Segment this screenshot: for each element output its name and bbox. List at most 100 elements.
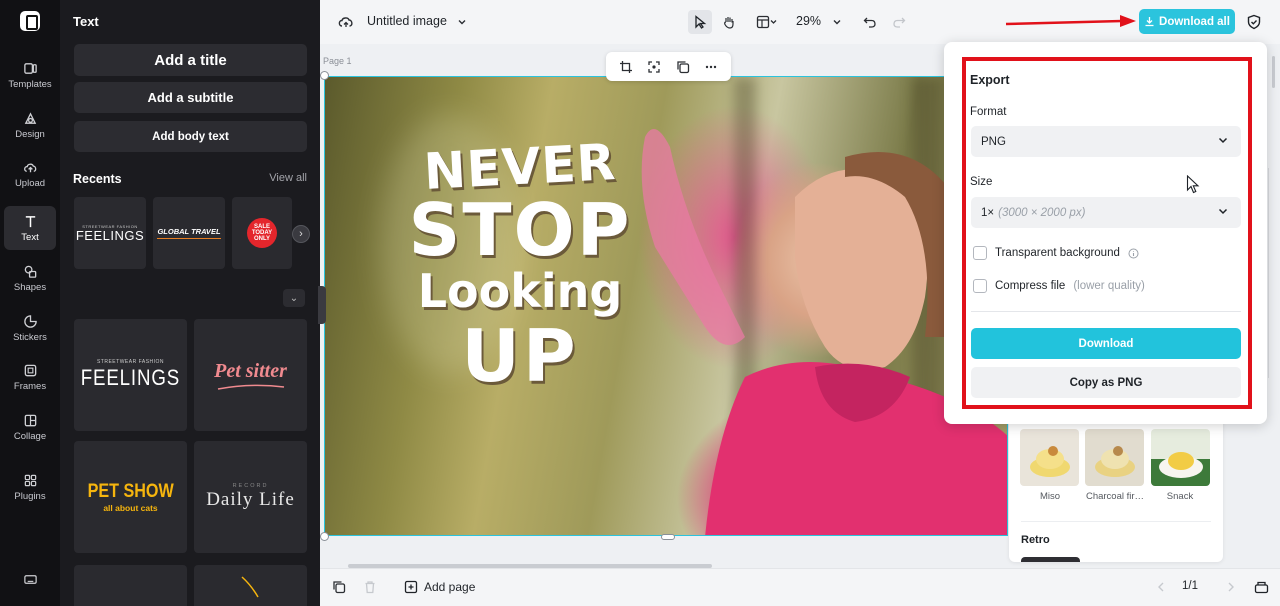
download-all-button[interactable]: Download all	[1139, 9, 1235, 34]
add-page-label: Add page	[424, 580, 475, 594]
filter-section-title: Retro	[1021, 534, 1050, 546]
arrow-decoration	[236, 571, 266, 601]
resize-handle[interactable]	[320, 71, 329, 80]
filter-thumbnail-snack[interactable]	[1151, 429, 1210, 486]
add-subtitle-button[interactable]: Add a subtitle	[74, 82, 307, 113]
document-title[interactable]: Untitled image	[367, 14, 447, 28]
chevron-right-icon: ›	[299, 228, 303, 240]
rail-item-frames[interactable]: Frames	[4, 355, 56, 399]
more-icon[interactable]	[704, 60, 718, 74]
resize-handle[interactable]	[320, 532, 329, 541]
text-template-card[interactable]: RECORD Daily Life	[194, 441, 307, 553]
download-all-label: Download all	[1159, 16, 1230, 28]
filter-thumbnail-retro[interactable]	[1021, 557, 1080, 562]
layout-icon[interactable]	[752, 10, 782, 34]
previous-page-icon[interactable]	[1156, 581, 1166, 593]
top-bar: Untitled image 29% Download all	[320, 0, 1280, 44]
chevron-down-icon: ⌄	[290, 293, 298, 304]
rail-label: Collage	[14, 431, 46, 442]
swash-decoration	[216, 383, 286, 391]
cloud-sync-icon[interactable]	[334, 10, 358, 34]
next-page-icon[interactable]	[1226, 581, 1236, 593]
text-template-card[interactable]: PET SHOW all about cats	[74, 441, 187, 553]
add-page-button[interactable]: Add page	[404, 580, 475, 594]
text-template-card[interactable]	[74, 565, 187, 606]
annotation-highlight-box	[962, 57, 1252, 409]
annotation-arrow	[1004, 14, 1138, 30]
undo-icon[interactable]	[858, 10, 882, 34]
app-logo[interactable]	[20, 11, 40, 31]
food-photo	[1085, 429, 1144, 486]
page-label: Page 1	[323, 56, 352, 66]
rail-item-plugins[interactable]: Plugins	[4, 465, 56, 509]
rail-label: Design	[15, 129, 45, 140]
hand-tool-icon[interactable]	[717, 10, 741, 34]
page-indicator: 1/1	[1182, 580, 1198, 592]
text-template-card[interactable]: Pet sitter	[194, 319, 307, 431]
scroll-thumb[interactable]	[1272, 56, 1275, 88]
panel-title: Text	[73, 14, 99, 29]
rail-item-upload[interactable]: Upload	[4, 152, 56, 196]
rail-item-shapes[interactable]: Shapes	[4, 256, 56, 300]
template-subtext: all about cats	[103, 503, 157, 513]
rail-item-keyboard[interactable]	[4, 562, 56, 596]
page-panel-icon[interactable]	[1254, 580, 1269, 594]
recent-text: GLOBAL TRAVEL	[157, 227, 220, 239]
text-panel: Text Add a title Add a subtitle Add body…	[60, 0, 320, 606]
right-side-panel-edge	[1268, 56, 1280, 386]
panel-collapse-tab[interactable]	[318, 286, 326, 324]
template-text: Daily Life	[206, 489, 295, 511]
collage-icon	[23, 413, 38, 428]
rail-label: Shapes	[14, 282, 46, 293]
recent-item[interactable]: SALE TODAY ONLY	[232, 197, 292, 269]
mouse-cursor-icon	[1186, 175, 1200, 195]
trash-icon[interactable]	[363, 580, 377, 594]
layers-icon[interactable]	[332, 580, 346, 594]
redo-icon[interactable]	[887, 10, 911, 34]
frames-icon	[23, 363, 38, 378]
recent-text: ONLY	[254, 236, 270, 242]
replace-icon[interactable]	[647, 60, 661, 74]
view-all-link[interactable]: View all	[269, 172, 307, 184]
duplicate-icon[interactable]	[676, 60, 690, 74]
add-body-text-button[interactable]: Add body text	[74, 121, 307, 152]
crop-icon[interactable]	[619, 60, 633, 74]
text-template-card[interactable]: STREETWEAR FASHION FEELINGS	[74, 319, 187, 431]
floating-toolbar	[606, 52, 731, 81]
rail-label: Text	[21, 232, 38, 243]
artwork-line: UP	[395, 320, 645, 392]
select-tool-icon[interactable]	[688, 10, 712, 34]
rail-item-text[interactable]: Text	[4, 206, 56, 250]
rail-item-templates[interactable]: Templates	[4, 53, 56, 97]
rail-item-stickers[interactable]: Stickers	[4, 306, 56, 350]
design-canvas[interactable]: NEVER STOP Looking UP	[324, 76, 1008, 536]
templates-icon	[23, 61, 38, 76]
design-icon	[23, 111, 38, 126]
rail-item-design[interactable]: Design	[4, 103, 56, 147]
chevron-down-icon[interactable]	[450, 10, 474, 34]
artwork-lettering[interactable]: NEVER STOP Looking UP	[395, 142, 645, 392]
download-icon	[1144, 16, 1155, 27]
shield-icon[interactable]	[1242, 10, 1266, 34]
template-text: FEELINGS	[81, 365, 180, 391]
resize-handle[interactable]	[661, 534, 675, 540]
food-photo	[1151, 429, 1210, 486]
filter-label: Snack	[1149, 491, 1211, 502]
collapse-button[interactable]: ⌄	[283, 289, 305, 307]
zoom-level[interactable]: 29%	[796, 14, 821, 28]
zoom-chevron-down-icon[interactable]	[825, 10, 849, 34]
filters-panel: Miso Charcoal fir… Snack Retro	[1009, 414, 1223, 562]
filter-thumbnail-miso[interactable]	[1020, 429, 1079, 486]
recents-next-button[interactable]: ›	[292, 225, 310, 243]
divider	[1268, 168, 1269, 378]
filter-thumbnail-charcoal[interactable]	[1085, 429, 1144, 486]
left-rail: Templates Design Upload Text Shapes Stic…	[0, 0, 60, 606]
recent-item[interactable]: STREETWEAR FASHION FEELINGS	[74, 197, 146, 269]
text-template-card[interactable]	[194, 565, 307, 606]
rail-label: Templates	[8, 79, 51, 90]
recent-item[interactable]: GLOBAL TRAVEL	[153, 197, 225, 269]
add-title-button[interactable]: Add a title	[74, 44, 307, 76]
rail-item-collage[interactable]: Collage	[4, 405, 56, 449]
template-text: Pet sitter	[214, 360, 287, 383]
plugins-icon	[23, 473, 38, 488]
